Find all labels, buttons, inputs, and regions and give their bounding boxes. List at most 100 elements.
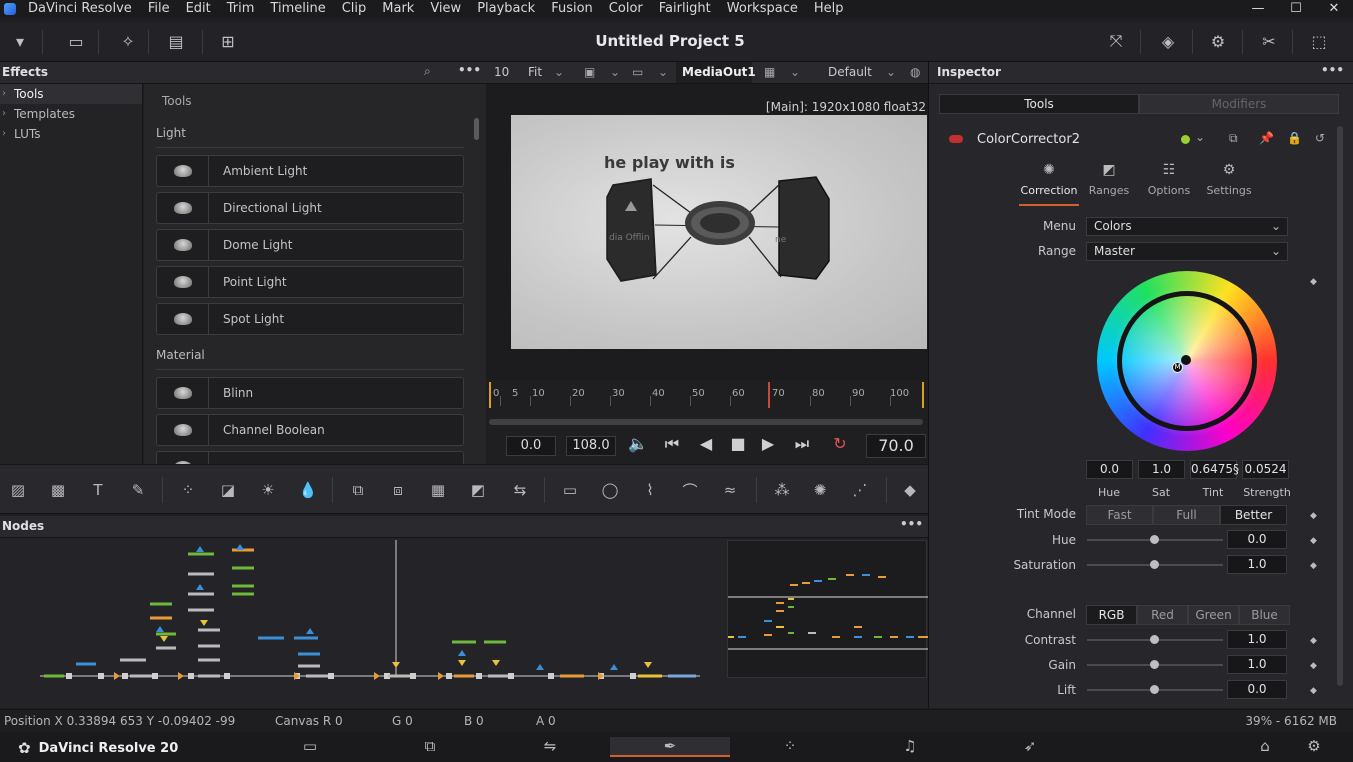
render-start-field[interactable]: 0.0	[506, 436, 556, 456]
lut-dropdown[interactable]: Default	[828, 65, 872, 79]
tree-item-luts[interactable]: › LUTs	[0, 124, 142, 144]
text-tool-icon[interactable]: T	[86, 479, 110, 501]
lift-value[interactable]: 0.0	[1227, 680, 1287, 699]
menu-trim[interactable]: Trim	[219, 0, 263, 18]
background-tool-icon[interactable]: ▨	[6, 479, 30, 501]
tab-tools[interactable]: Tools	[939, 94, 1139, 114]
range-dropdown[interactable]: Master ⌄	[1086, 242, 1288, 261]
scrub-bar[interactable]	[489, 419, 923, 425]
node-toggle[interactable]	[949, 135, 963, 143]
go-to-start-icon[interactable]: ⏮	[660, 434, 684, 454]
menu-clip[interactable]: Clip	[334, 0, 375, 18]
lock-icon[interactable]: 🔒	[1287, 131, 1302, 145]
versions-icon[interactable]: ⧉	[1229, 131, 1238, 146]
transform-tool-icon[interactable]: ⧈	[386, 479, 410, 501]
edit-page-icon[interactable]: ⇋	[538, 737, 562, 757]
channel-blue[interactable]: Blue	[1239, 605, 1290, 625]
rectangle-mask-icon[interactable]: ▭	[558, 479, 582, 501]
tint-field[interactable]: 0.6475§	[1190, 460, 1239, 479]
volume-icon[interactable]: 🔈	[626, 434, 650, 453]
tree-item-tools[interactable]: › Tools	[0, 84, 142, 104]
polygon-mask-icon[interactable]: ⌇	[638, 479, 662, 501]
inspector-scrollbar[interactable]	[1337, 126, 1343, 686]
fusion-page-icon[interactable]: ✒	[610, 737, 730, 757]
globe-icon[interactable]: ◍	[910, 65, 920, 79]
menu-app[interactable]: DaVinci Resolve	[20, 0, 140, 18]
settings-gear-icon[interactable]: ⚙	[1302, 737, 1326, 757]
version-dot-icon[interactable]	[1181, 135, 1190, 144]
fx-directional-light[interactable]: Directional Light	[156, 192, 464, 224]
display-icon[interactable]: ▭	[632, 65, 643, 79]
hue-value[interactable]: 0.0	[1227, 530, 1287, 549]
go-to-end-icon[interactable]: ⏭	[790, 434, 814, 454]
tint-mode-fast[interactable]: Fast	[1086, 505, 1153, 525]
contrast-value[interactable]: 1.0	[1227, 630, 1287, 649]
chevron-down-icon[interactable]: ⌄	[658, 65, 668, 79]
metadata-icon[interactable]: ⚙	[1204, 28, 1232, 54]
paint-tool-icon[interactable]: ▩	[46, 479, 70, 501]
subtab-ranges[interactable]: ◩ Ranges	[1079, 162, 1139, 197]
reset-icon[interactable]: ↺	[1315, 131, 1325, 145]
keyframe-diamond-icon[interactable]: ◆	[1310, 511, 1317, 521]
fx-channel-boolean[interactable]: Channel Boolean	[156, 414, 464, 446]
node-editor[interactable]	[0, 538, 928, 708]
gain-slider[interactable]	[1087, 660, 1223, 669]
contrast-slider[interactable]	[1087, 635, 1223, 644]
more-options-icon[interactable]: •••	[458, 63, 481, 77]
minimize-button[interactable]: —	[1239, 0, 1277, 18]
keyframe-diamond-icon[interactable]: ◆	[1310, 661, 1317, 671]
panel-toggle-icon[interactable]: ▾	[6, 28, 34, 54]
loader-tool-icon[interactable]: ⇆	[508, 479, 532, 501]
fairlight-page-icon[interactable]: ♫	[898, 737, 922, 757]
chevron-down-icon[interactable]: ⌄	[554, 65, 564, 79]
gain-value[interactable]: 1.0	[1227, 655, 1287, 674]
keyframe-diamond-icon[interactable]: ◆	[1310, 636, 1317, 646]
menu-view[interactable]: View	[422, 0, 469, 18]
chevron-down-icon[interactable]: ⌄	[886, 65, 896, 79]
lift-slider[interactable]	[1087, 685, 1223, 694]
playhead[interactable]	[768, 382, 770, 408]
menu-edit[interactable]: Edit	[178, 0, 219, 18]
subtab-correction[interactable]: ✺ Correction	[1019, 162, 1079, 197]
checker-icon[interactable]: ▦	[764, 65, 775, 79]
play-reverse-icon[interactable]: ◀	[694, 434, 718, 453]
roi-icon[interactable]: ▣	[584, 65, 595, 79]
fx-point-light[interactable]: Point Light	[156, 266, 464, 298]
menu-color[interactable]: Color	[601, 0, 651, 18]
out-point[interactable]	[922, 382, 924, 408]
viewer-frame[interactable]: he play with is dia Offlin ne	[511, 115, 927, 349]
brightness-tool-icon[interactable]: ☀	[256, 479, 280, 501]
menu-workspace[interactable]: Workspace	[719, 0, 806, 18]
keyframe-diamond-icon[interactable]: ◆	[1310, 686, 1317, 696]
tab-modifiers[interactable]: Modifiers	[1139, 94, 1339, 114]
current-frame-field[interactable]: 70.0	[866, 434, 926, 458]
fullscreen-icon[interactable]: ⬚	[1305, 28, 1333, 54]
wheel-center-handle[interactable]: M	[1172, 362, 1183, 373]
fx-partial-item[interactable]	[156, 451, 464, 464]
fit-dropdown[interactable]: Fit	[528, 65, 542, 79]
pin-icon[interactable]: 📌	[1259, 131, 1274, 145]
inspector-toggle-icon[interactable]: ✂	[1255, 28, 1283, 54]
fx-blinn[interactable]: Blinn	[156, 377, 464, 409]
channel-green[interactable]: Green	[1188, 605, 1239, 625]
fx-spot-light[interactable]: Spot Light	[156, 303, 464, 335]
tint-mode-better[interactable]: Better	[1220, 505, 1287, 525]
media-pool-icon[interactable]: ▭	[62, 28, 90, 54]
zoom-value[interactable]: 10	[494, 65, 509, 79]
menu-fusion[interactable]: Fusion	[543, 0, 601, 18]
saturation-value[interactable]: 1.0	[1227, 555, 1287, 574]
particle-render-icon[interactable]: ✺	[808, 479, 832, 501]
menu-mark[interactable]: Mark	[374, 0, 422, 18]
paint-mask-icon[interactable]: ≈	[718, 479, 742, 501]
blur-tool-icon[interactable]: 💧	[296, 479, 320, 501]
deliver-page-icon[interactable]: ➶	[1018, 737, 1042, 757]
more-options-icon[interactable]: •••	[900, 517, 923, 531]
channel-rgb[interactable]: RGB	[1086, 605, 1137, 625]
wheel-handle[interactable]	[1181, 355, 1191, 365]
keyframe-diamond-icon[interactable]: ◆	[1310, 536, 1317, 546]
home-icon[interactable]: ⌂	[1253, 737, 1277, 757]
tint-mode-full[interactable]: Full	[1153, 505, 1220, 525]
subtab-options[interactable]: ☷ Options	[1139, 162, 1199, 197]
menu-help[interactable]: Help	[806, 0, 852, 18]
spline-icon[interactable]: ⤧	[1102, 28, 1130, 54]
